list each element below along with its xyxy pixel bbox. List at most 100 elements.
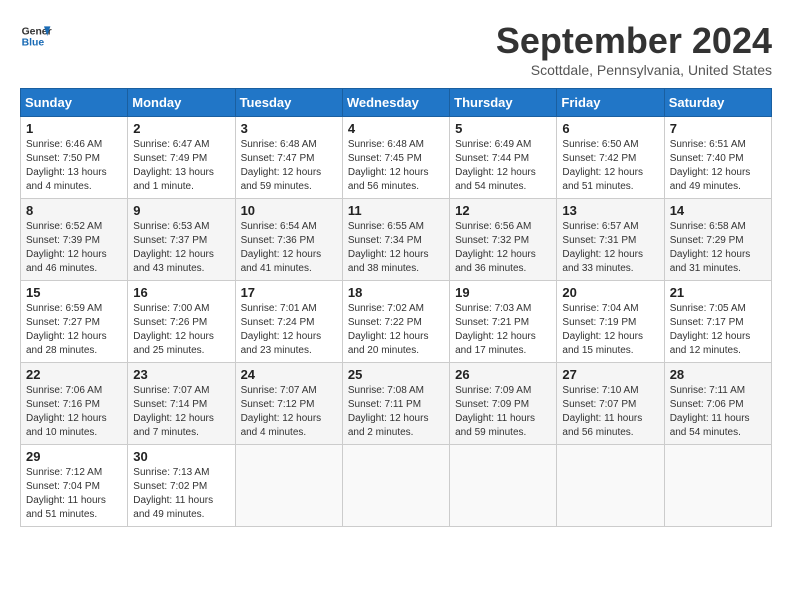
day-header-wednesday: Wednesday xyxy=(342,89,449,117)
page-header: General Blue September 2024 Scottdale, P… xyxy=(20,20,772,78)
calendar-cell: 7Sunrise: 6:51 AMSunset: 7:40 PMDaylight… xyxy=(664,117,771,199)
day-info: Sunrise: 7:04 AMSunset: 7:19 PMDaylight:… xyxy=(562,302,658,358)
calendar-cell: 20 Sunrise: 7:04 AMSunset: 7:19 PMDayligh… xyxy=(557,281,664,363)
day-number: 8 xyxy=(26,203,122,218)
day-number: 9 xyxy=(133,203,229,218)
calendar-week-row: 8 Sunrise: 6:52 AMSunset: 7:39 PMDaylight… xyxy=(21,199,772,281)
calendar-cell: 18Sunrise: 7:02 AMSunset: 7:22 PMDayligh… xyxy=(342,281,449,363)
day-number: 6 xyxy=(562,121,658,136)
day-info: Sunrise: 7:10 AMSunset: 7:07 PMDaylight:… xyxy=(562,384,658,440)
calendar-cell: 23 Sunrise: 7:07 AMSunset: 7:14 PMDayligh… xyxy=(128,363,235,445)
day-header-thursday: Thursday xyxy=(450,89,557,117)
title-block: September 2024 Scottdale, Pennsylvania, … xyxy=(496,20,772,78)
day-header-tuesday: Tuesday xyxy=(235,89,342,117)
day-info: Sunrise: 7:06 AMSunset: 7:16 PMDaylight:… xyxy=(26,384,122,440)
day-number: 11 xyxy=(348,203,444,218)
calendar-cell: 9 Sunrise: 6:53 AMSunset: 7:37 PMDaylight… xyxy=(128,199,235,281)
calendar-cell: 16Sunrise: 7:00 AMSunset: 7:26 PMDayligh… xyxy=(128,281,235,363)
day-number: 20 xyxy=(562,285,658,300)
calendar-cell: 3Sunrise: 6:48 AMSunset: 7:47 PMDaylight… xyxy=(235,117,342,199)
day-info: Sunrise: 7:12 AMSunset: 7:04 PMDaylight:… xyxy=(26,466,122,522)
calendar-cell: 14 Sunrise: 6:58 AMSunset: 7:29 PMDayligh… xyxy=(664,199,771,281)
day-info: Sunrise: 6:55 AMSunset: 7:34 PMDaylight:… xyxy=(348,220,444,276)
calendar-table: SundayMondayTuesdayWednesdayThursdayFrid… xyxy=(20,88,772,527)
day-info: Sunrise: 7:07 AMSunset: 7:14 PMDaylight:… xyxy=(133,384,229,440)
day-info: Sunrise: 6:51 AMSunset: 7:40 PMDaylight:… xyxy=(670,138,766,194)
svg-text:Blue: Blue xyxy=(22,38,45,49)
calendar-cell: 29 Sunrise: 7:12 AMSunset: 7:04 PMDayligh… xyxy=(21,445,128,527)
day-info: Sunrise: 7:00 AMSunset: 7:26 PMDaylight:… xyxy=(133,302,229,358)
day-number: 25 xyxy=(348,367,444,382)
day-number: 14 xyxy=(670,203,766,218)
calendar-week-row: 15 Sunrise: 6:59 AMSunset: 7:27 PMDayligh… xyxy=(21,281,772,363)
month-title: September 2024 xyxy=(496,20,772,62)
location: Scottdale, Pennsylvania, United States xyxy=(496,62,772,78)
day-number: 30 xyxy=(133,449,229,464)
calendar-body: 1 Sunrise: 6:46 AMSunset: 7:50 PMDaylight… xyxy=(21,117,772,527)
day-info: Sunrise: 7:13 AMSunset: 7:02 PMDaylight:… xyxy=(133,466,229,522)
day-info: Sunrise: 7:05 AMSunset: 7:17 PMDaylight:… xyxy=(670,302,766,358)
day-info: Sunrise: 7:09 AMSunset: 7:09 PMDaylight:… xyxy=(455,384,551,440)
day-info: Sunrise: 7:03 AMSunset: 7:21 PMDaylight:… xyxy=(455,302,551,358)
day-number: 10 xyxy=(241,203,337,218)
calendar-week-row: 22 Sunrise: 7:06 AMSunset: 7:16 PMDayligh… xyxy=(21,363,772,445)
day-info: Sunrise: 7:11 AMSunset: 7:06 PMDaylight:… xyxy=(670,384,766,440)
day-info: Sunrise: 6:54 AMSunset: 7:36 PMDaylight:… xyxy=(241,220,337,276)
day-info: Sunrise: 6:53 AMSunset: 7:37 PMDaylight:… xyxy=(133,220,229,276)
day-info: Sunrise: 6:48 AMSunset: 7:47 PMDaylight:… xyxy=(241,138,337,194)
calendar-cell: 11 Sunrise: 6:55 AMSunset: 7:34 PMDayligh… xyxy=(342,199,449,281)
calendar-cell: 2 Sunrise: 6:47 AMSunset: 7:49 PMDaylight… xyxy=(128,117,235,199)
calendar-cell: 21Sunrise: 7:05 AMSunset: 7:17 PMDayligh… xyxy=(664,281,771,363)
calendar-cell: 30 Sunrise: 7:13 AMSunset: 7:02 PMDayligh… xyxy=(128,445,235,527)
calendar-cell xyxy=(235,445,342,527)
day-header-monday: Monday xyxy=(128,89,235,117)
calendar-cell: 22 Sunrise: 7:06 AMSunset: 7:16 PMDayligh… xyxy=(21,363,128,445)
day-info: Sunrise: 6:48 AMSunset: 7:45 PMDaylight:… xyxy=(348,138,444,194)
calendar-cell: 13 Sunrise: 6:57 AMSunset: 7:31 PMDayligh… xyxy=(557,199,664,281)
day-number: 2 xyxy=(133,121,229,136)
calendar-cell: 19Sunrise: 7:03 AMSunset: 7:21 PMDayligh… xyxy=(450,281,557,363)
day-number: 23 xyxy=(133,367,229,382)
calendar-cell xyxy=(664,445,771,527)
calendar-week-row: 29 Sunrise: 7:12 AMSunset: 7:04 PMDayligh… xyxy=(21,445,772,527)
calendar-cell: 6 Sunrise: 6:50 AMSunset: 7:42 PMDaylight… xyxy=(557,117,664,199)
day-number: 1 xyxy=(26,121,122,136)
day-info: Sunrise: 7:08 AMSunset: 7:11 PMDaylight:… xyxy=(348,384,444,440)
day-header-sunday: Sunday xyxy=(21,89,128,117)
calendar-cell: 26 Sunrise: 7:09 AMSunset: 7:09 PMDayligh… xyxy=(450,363,557,445)
day-info: Sunrise: 7:02 AMSunset: 7:22 PMDaylight:… xyxy=(348,302,444,358)
day-info: Sunrise: 6:57 AMSunset: 7:31 PMDaylight:… xyxy=(562,220,658,276)
day-header-saturday: Saturday xyxy=(664,89,771,117)
calendar-cell: 17Sunrise: 7:01 AMSunset: 7:24 PMDayligh… xyxy=(235,281,342,363)
day-info: Sunrise: 6:56 AMSunset: 7:32 PMDaylight:… xyxy=(455,220,551,276)
day-header-friday: Friday xyxy=(557,89,664,117)
day-number: 4 xyxy=(348,121,444,136)
calendar-cell: 28 Sunrise: 7:11 AMSunset: 7:06 PMDayligh… xyxy=(664,363,771,445)
day-number: 15 xyxy=(26,285,122,300)
day-number: 27 xyxy=(562,367,658,382)
day-info: Sunrise: 6:49 AMSunset: 7:44 PMDaylight:… xyxy=(455,138,551,194)
day-number: 29 xyxy=(26,449,122,464)
day-number: 26 xyxy=(455,367,551,382)
day-number: 28 xyxy=(670,367,766,382)
day-number: 5 xyxy=(455,121,551,136)
day-info: Sunrise: 6:59 AMSunset: 7:27 PMDaylight:… xyxy=(26,302,122,358)
day-info: Sunrise: 6:50 AMSunset: 7:42 PMDaylight:… xyxy=(562,138,658,194)
day-info: Sunrise: 7:01 AMSunset: 7:24 PMDaylight:… xyxy=(241,302,337,358)
day-info: Sunrise: 7:07 AMSunset: 7:12 PMDaylight:… xyxy=(241,384,337,440)
calendar-cell: 27 Sunrise: 7:10 AMSunset: 7:07 PMDayligh… xyxy=(557,363,664,445)
calendar-cell: 1 Sunrise: 6:46 AMSunset: 7:50 PMDaylight… xyxy=(21,117,128,199)
day-number: 22 xyxy=(26,367,122,382)
day-info: Sunrise: 6:47 AMSunset: 7:49 PMDaylight:… xyxy=(133,138,229,194)
calendar-cell: 12Sunrise: 6:56 AMSunset: 7:32 PMDayligh… xyxy=(450,199,557,281)
day-info: Sunrise: 6:58 AMSunset: 7:29 PMDaylight:… xyxy=(670,220,766,276)
calendar-cell xyxy=(450,445,557,527)
calendar-cell: 4 Sunrise: 6:48 AMSunset: 7:45 PMDaylight… xyxy=(342,117,449,199)
logo: General Blue xyxy=(20,20,52,52)
calendar-cell: 8 Sunrise: 6:52 AMSunset: 7:39 PMDaylight… xyxy=(21,199,128,281)
day-number: 13 xyxy=(562,203,658,218)
day-info: Sunrise: 6:52 AMSunset: 7:39 PMDaylight:… xyxy=(26,220,122,276)
day-info: Sunrise: 6:46 AMSunset: 7:50 PMDaylight:… xyxy=(26,138,122,194)
calendar-cell: 24Sunrise: 7:07 AMSunset: 7:12 PMDayligh… xyxy=(235,363,342,445)
calendar-cell: 5 Sunrise: 6:49 AMSunset: 7:44 PMDaylight… xyxy=(450,117,557,199)
